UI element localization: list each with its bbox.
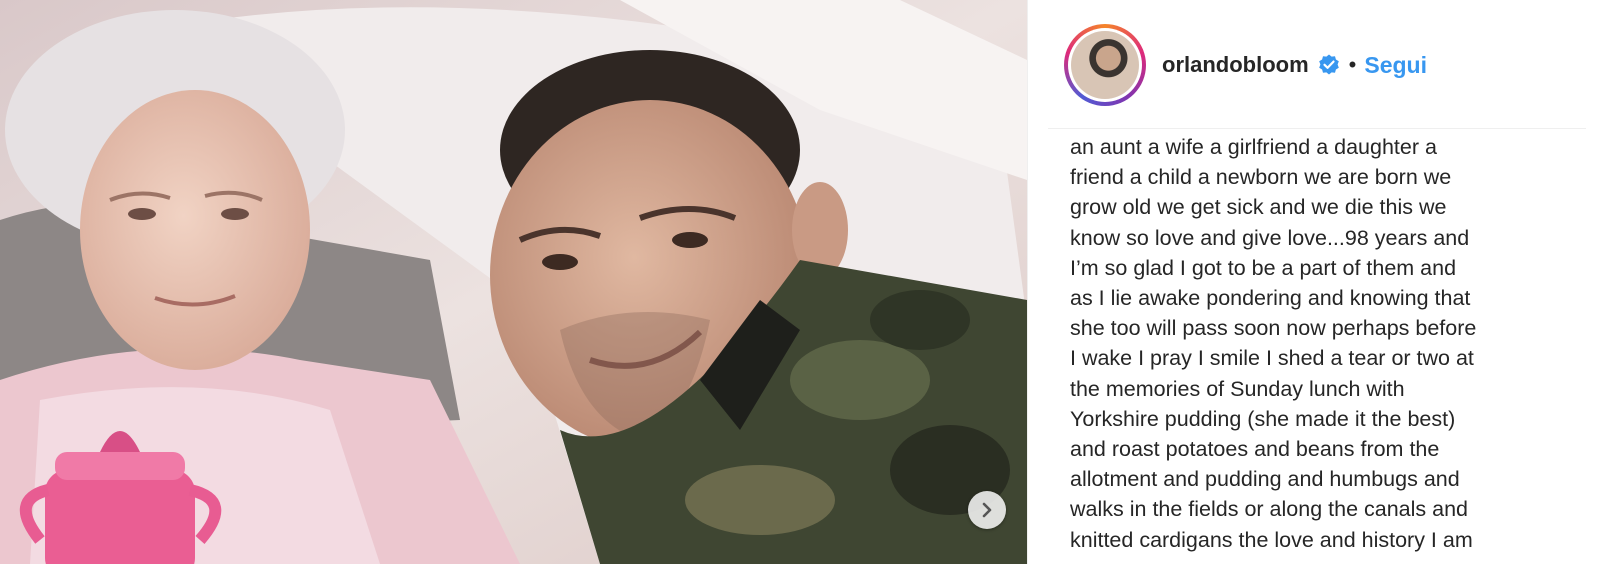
header-divider [1048, 128, 1586, 129]
next-photo-button[interactable] [968, 491, 1006, 529]
avatar[interactable] [1064, 24, 1146, 106]
caption-line: she too will pass soon now perhaps befor… [1070, 316, 1477, 341]
caption-line: knitted cardigans the love and history I… [1070, 527, 1473, 552]
follow-button[interactable]: Segui [1364, 52, 1427, 79]
caption-line: Yorkshire pudding (she made it the best) [1070, 406, 1456, 431]
caption-line: allotment and pudding and humbugs and [1070, 467, 1460, 492]
caption-line: I wake I pray I smile I shed a tear or t… [1070, 346, 1474, 371]
caption-line: walks in the fields or along the canals … [1070, 497, 1468, 522]
verified-badge-icon [1317, 53, 1341, 77]
username-link[interactable]: orlandobloom [1162, 52, 1309, 78]
caption-line: as I lie awake pondering and knowing tha… [1070, 286, 1471, 311]
caption-line: know so love and give love...98 years an… [1070, 225, 1470, 250]
caption-line: and roast potatoes and beans from the [1070, 437, 1440, 462]
chevron-right-icon [982, 502, 992, 518]
caption-line: an aunt a wife a girlfriend a daughter a [1070, 135, 1437, 159]
caption-line: the memories of Sunday lunch with [1070, 376, 1405, 401]
avatar-image [1071, 31, 1139, 99]
caption-line: friend a child a newborn we are born we [1070, 165, 1452, 190]
post-caption: an aunt a wife a girlfriend a daughter a… [1070, 132, 1570, 555]
separator-dot: • [1348, 52, 1357, 77]
photo-illustration [0, 0, 1027, 564]
caption-line: I’m so glad I got to be a part of them a… [1070, 255, 1457, 280]
post-side-panel: orlandobloom • Segui an aunt a wife a gi… [1028, 0, 1600, 564]
post-header: orlandobloom • Segui [1064, 22, 1566, 108]
post-photo [0, 0, 1027, 564]
caption-line: grow old we get sick and we die this we [1070, 195, 1447, 220]
